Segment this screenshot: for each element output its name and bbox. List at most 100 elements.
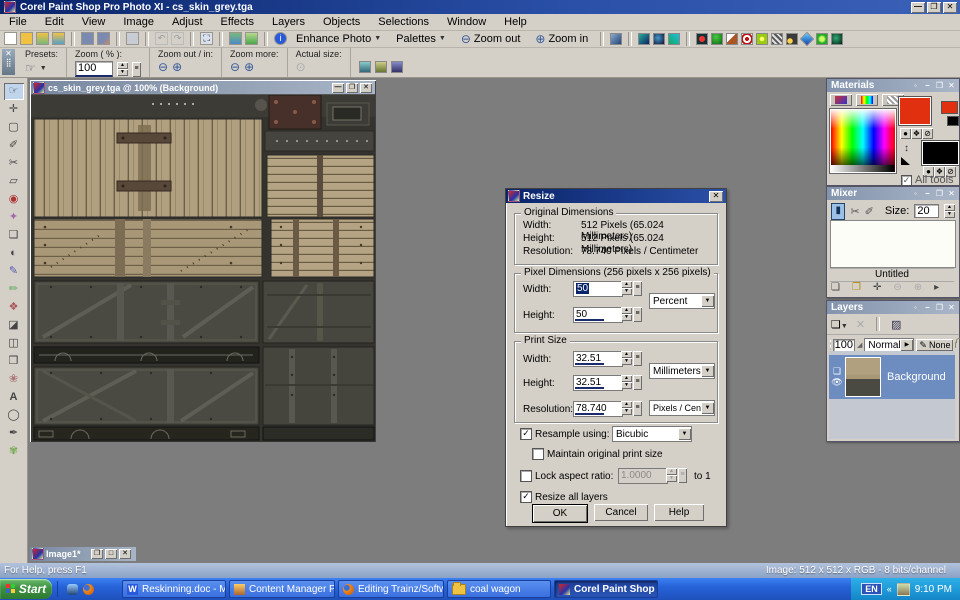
minimize-button[interactable]: — [911,2,925,13]
minimize-button[interactable]: — [332,83,344,93]
transparent-corner-icon[interactable] [901,157,910,165]
fit-image-icon[interactable] [375,61,387,73]
layers-title-bar[interactable]: Layers ◦–❐✕ [827,301,959,314]
lock-aspect-ratio-checkbox[interactable] [520,470,532,482]
mixer-pan-icon[interactable]: ✛ [873,282,881,293]
tray-expand-icon[interactable]: « [887,584,892,594]
pixel-width-input[interactable]: 50 [576,283,589,294]
print-resolution-spinner[interactable]: ▲▼ [621,401,632,415]
gradient-style-icon[interactable]: ❖ [911,128,922,139]
materials-title-bar[interactable]: Materials ◦–❐✕ [827,79,959,92]
full-screen-icon[interactable] [391,61,403,73]
script-run-icon[interactable] [610,33,622,45]
spiral-icon[interactable] [741,33,753,45]
enhance-photo-dropdown[interactable]: Enhance Photo ▼ [290,32,387,46]
print-width-spinner[interactable]: ▲▼ [621,351,632,365]
resize-all-layers-checkbox[interactable]: ✓ [520,491,532,503]
taskbar-task-folder[interactable]: coal wagon [447,580,551,598]
taskbar-task-paintshop[interactable]: Corel Paint Shop Pro ... [554,580,658,598]
pin-icon[interactable]: ◦ [910,303,921,312]
close-icon[interactable]: ✕ [946,189,957,198]
print-height-slider[interactable]: ≡ [633,375,642,390]
menu-edit[interactable]: Edit [36,15,73,29]
tool-background-eraser[interactable]: ◫ [4,335,24,352]
taskbar-task-content-manager[interactable]: Content Manager Plus [229,580,335,598]
tool-dropper[interactable]: ✐ [4,137,24,154]
image-canvas[interactable] [31,94,375,442]
open-folder-icon[interactable] [20,32,33,45]
dialog-title-bar[interactable]: Resize ✕ [506,189,726,203]
resample-checkbox[interactable]: ✓ [520,428,532,440]
menu-effects[interactable]: Effects [212,15,263,29]
maximize-icon[interactable]: ❐ [934,81,945,90]
tool-picture-tube[interactable]: ❀ [4,371,24,388]
foreground-color-swatch[interactable] [899,97,931,125]
menu-help[interactable]: Help [495,15,536,29]
frame-tab[interactable] [830,94,852,106]
minimize-icon[interactable]: – [922,303,933,312]
green-square-icon[interactable] [668,33,680,45]
scan-icon[interactable] [52,32,65,45]
restore-button[interactable]: ❐ [91,549,103,559]
foreground-material-swatch[interactable] [941,101,958,114]
pixel-height-slider[interactable]: ≡ [633,307,642,322]
pixel-height-input[interactable]: 50 [573,307,623,323]
dots-icon[interactable] [786,33,798,45]
tool-text[interactable]: A [4,389,24,406]
photo-icon[interactable] [726,33,738,45]
new-icon[interactable] [4,32,17,45]
close-button[interactable]: ✕ [360,83,372,93]
color-picker-gradient[interactable] [830,109,896,173]
start-button[interactable]: Start [0,579,52,599]
new-layer-icon[interactable]: ❏▼ [831,318,848,331]
menu-layers[interactable]: Layers [263,15,314,29]
mixer-size-input[interactable]: 20 [914,204,939,218]
zoom-in-more-icon[interactable]: ⊕ [244,61,254,73]
zoom-out-more-icon[interactable]: ⊖ [230,61,240,73]
undo-icon[interactable]: ↶ [155,32,168,45]
capture-icon[interactable] [229,32,242,45]
yellow-ring-icon[interactable] [756,33,768,45]
background-material-swatch[interactable] [947,116,959,126]
opacity-input[interactable]: 100 [833,339,855,352]
blue-diamond-icon[interactable] [800,31,814,45]
print-width-slider[interactable]: ≡ [633,351,642,366]
tool-move[interactable]: ✛ [4,101,24,118]
maintain-print-size-checkbox[interactable] [532,448,544,460]
texture-icon[interactable] [831,33,843,45]
actual-size-icon[interactable]: ⊙ [296,61,306,73]
pixel-height-spinner[interactable]: ▲▼ [621,307,632,321]
zoom-percent-slider-button[interactable]: ≡ [132,62,141,77]
minimize-icon[interactable]: – [922,189,933,198]
chevron-down-icon[interactable]: ▼ [40,65,47,72]
print-resolution-input[interactable]: 78.740 [573,401,623,417]
target-icon[interactable] [696,33,708,45]
taskbar-task-word[interactable]: W Reskinning.doc - Microso... [122,580,226,598]
tool-preset-shapes[interactable]: ◯ [4,407,24,424]
print-height-input[interactable]: 32.51 [573,375,623,391]
redo-icon[interactable]: ↷ [171,32,184,45]
close-icon[interactable]: ✕ [946,303,957,312]
tool-pan[interactable]: ☞ [4,83,24,100]
mixer-new-page-icon[interactable]: ❏ [831,282,840,293]
restore-button[interactable]: ❐ [927,2,941,13]
pin-icon[interactable]: ◦ [910,189,921,198]
menu-view[interactable]: View [73,15,115,29]
mixer-open-icon[interactable]: ❐ [852,282,861,293]
browse-icon[interactable] [36,32,49,45]
save-as-icon[interactable] [97,32,110,45]
swap-colors-icon[interactable]: ↕ [904,143,909,154]
tray-app-icon[interactable] [897,583,910,596]
save-icon[interactable] [81,32,94,45]
blue-square-icon[interactable] [638,33,650,45]
close-icon[interactable]: ✕ [709,191,723,202]
tool-clone-brush[interactable]: ❏ [4,227,24,244]
tool-dodge-burn[interactable]: ◐ [4,245,24,262]
close-button[interactable]: ✕ [943,2,957,13]
refresh-icon[interactable] [245,32,258,45]
hand-icon[interactable]: ☞ [25,61,36,75]
transparent-style-icon[interactable]: ⊘ [922,128,933,139]
image-window-title-bar[interactable]: cs_skin_grey.tga @ 100% (Background) — ❐… [31,81,375,94]
language-indicator[interactable]: EN [861,583,882,595]
tool-color-changer[interactable]: ❖ [4,299,24,316]
